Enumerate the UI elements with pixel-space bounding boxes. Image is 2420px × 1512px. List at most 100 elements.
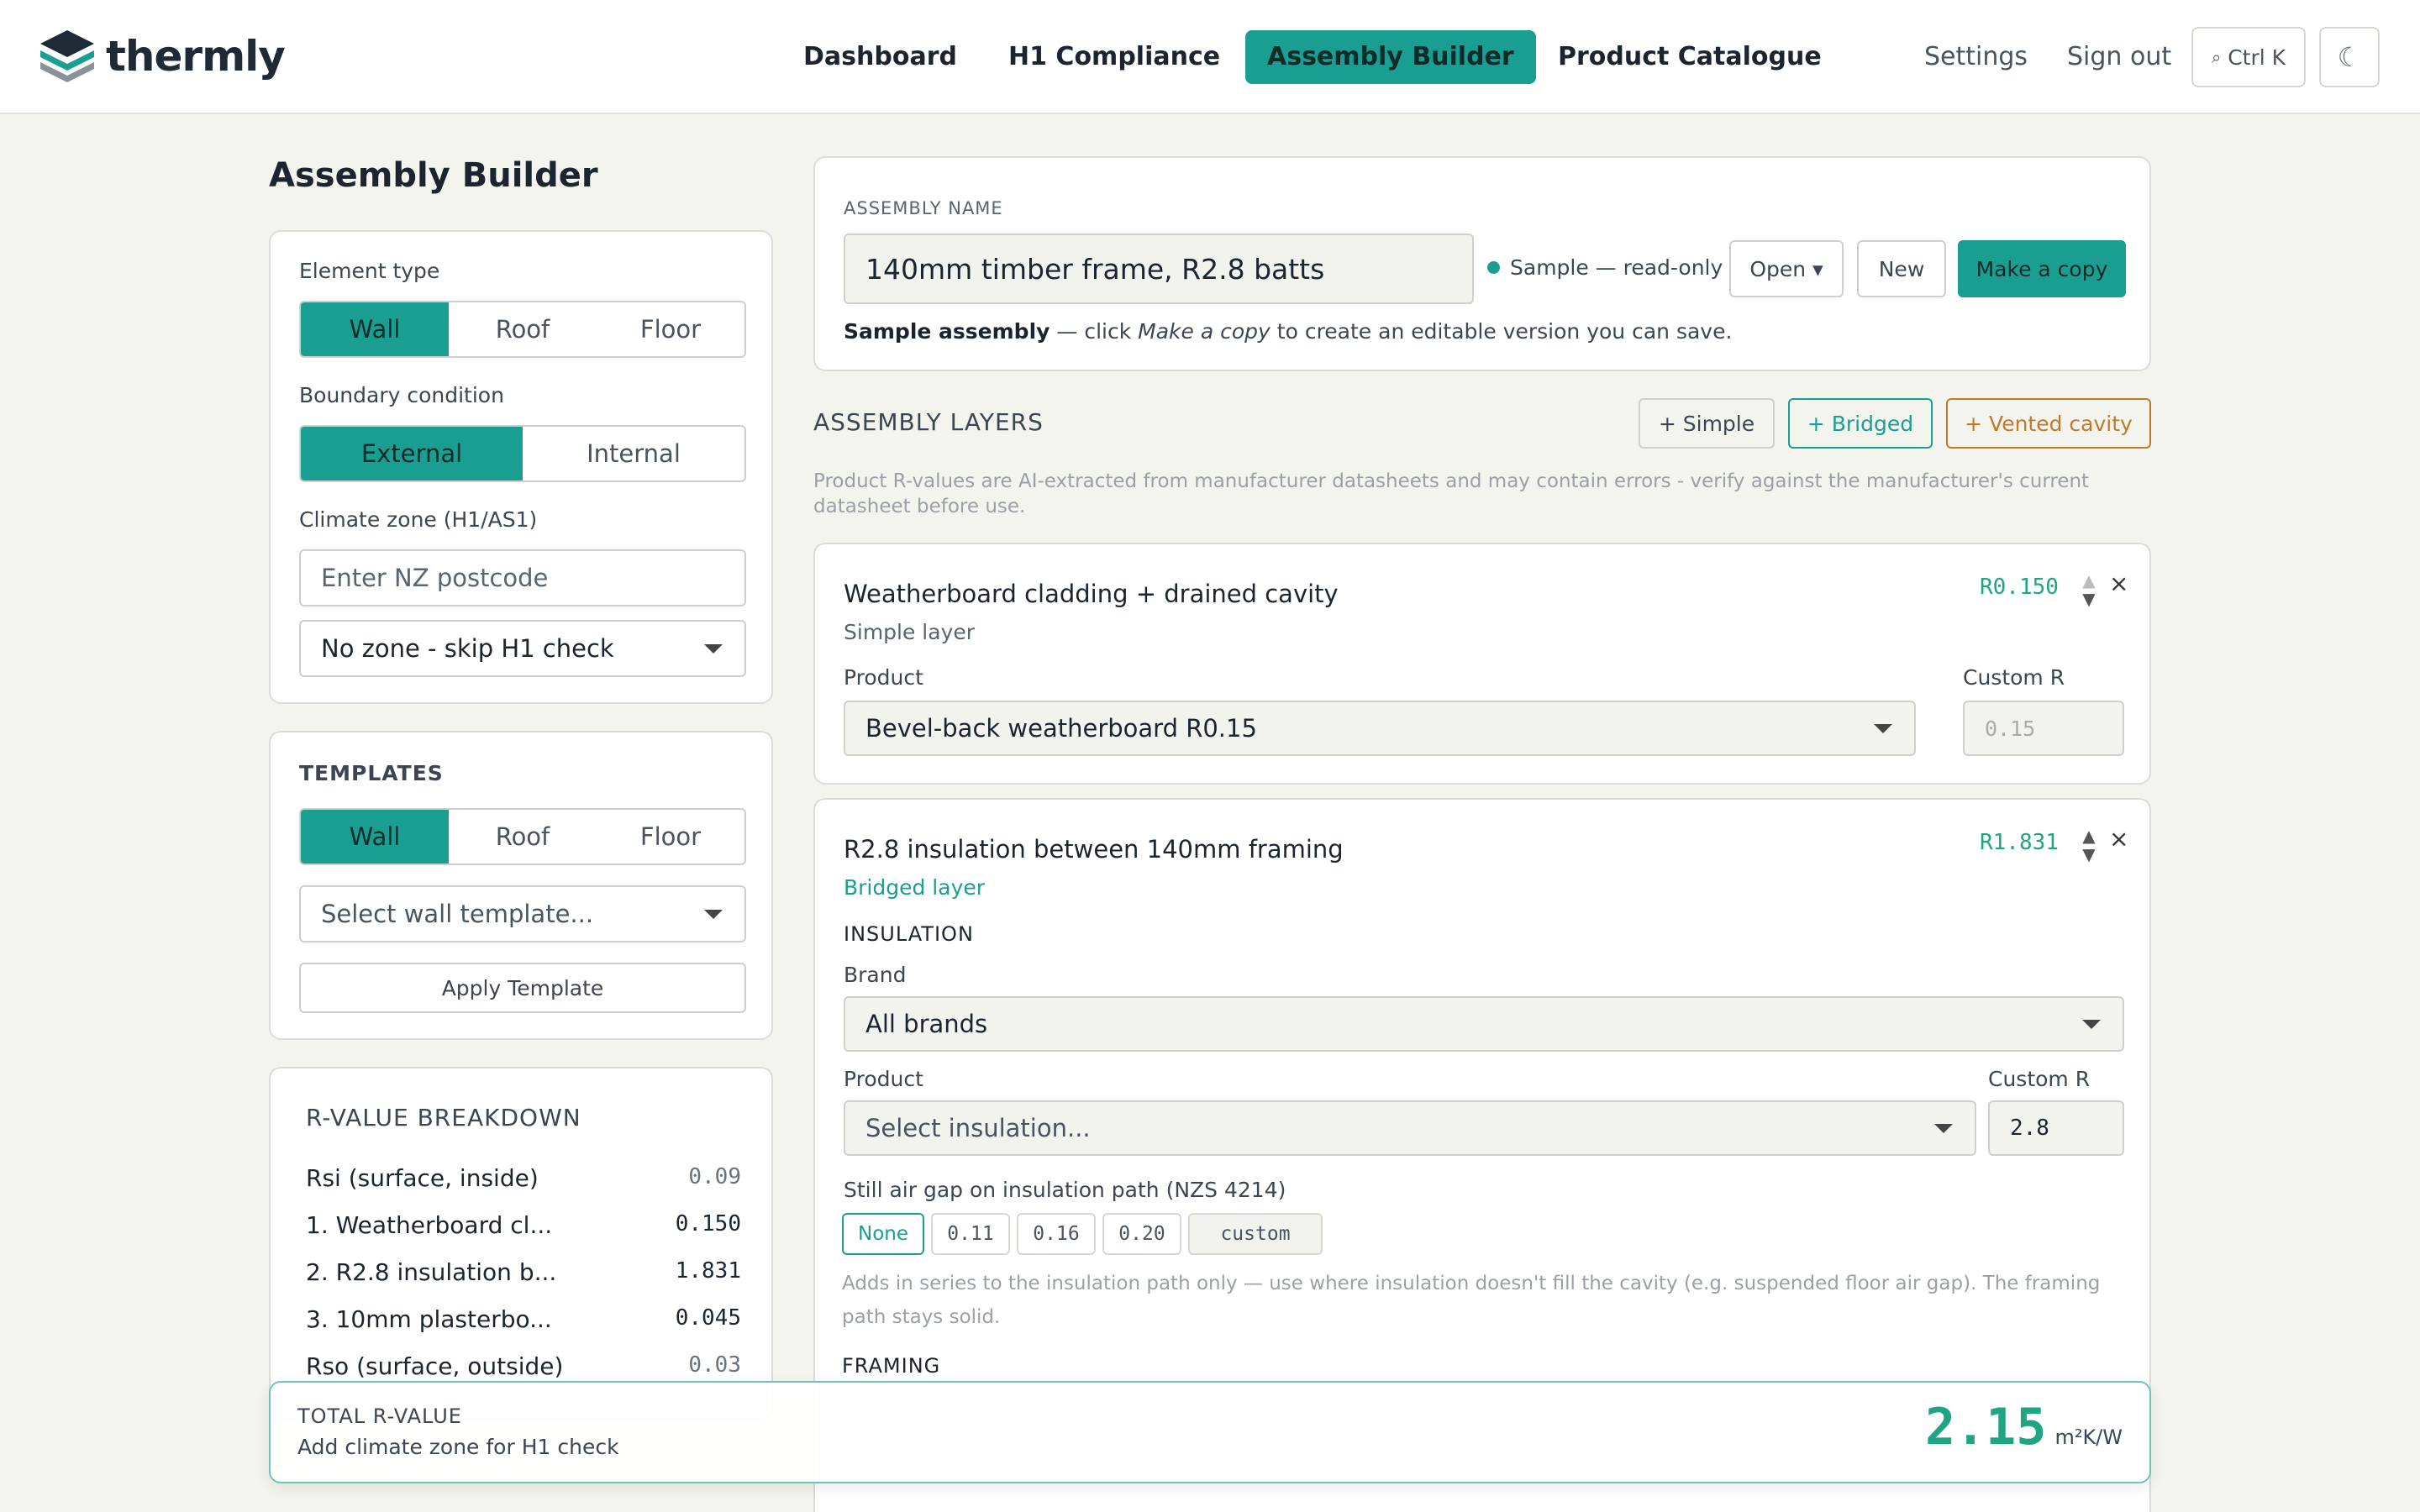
- move-down-icon[interactable]: ▼: [2079, 845, 2099, 864]
- assembly-layers-heading: ASSEMBLY LAYERS: [813, 408, 1044, 436]
- boundary-condition-selector: External Internal: [299, 425, 746, 482]
- theme-toggle-button[interactable]: ☾: [2319, 27, 2380, 87]
- brand-logo[interactable]: thermly: [39, 29, 286, 84]
- add-simple-layer-button[interactable]: + Simple: [1639, 398, 1775, 449]
- postcode-input[interactable]: Enter NZ postcode: [299, 549, 746, 606]
- air-gap-label: Still air gap on insulation path (NZS 42…: [844, 1178, 1286, 1202]
- element-type-floor[interactable]: Floor: [597, 302, 744, 356]
- open-assembly-button[interactable]: Open ▾: [1729, 240, 1844, 297]
- remove-layer-icon[interactable]: ×: [2109, 570, 2128, 597]
- breakdown-row: Rso (surface, outside) 0.03: [306, 1352, 741, 1380]
- layer-product-value: Bevel-back weatherboard R0.15: [865, 714, 1257, 743]
- assembly-name-input[interactable]: 140mm timber frame, R2.8 batts: [844, 234, 1474, 304]
- command-search-button[interactable]: ⌕ Ctrl K: [2191, 27, 2306, 87]
- layer-title: Weatherboard cladding + drained cavity: [844, 580, 1339, 608]
- climate-zone-label: Climate zone (H1/AS1): [299, 507, 538, 532]
- layer-type: Simple layer: [844, 620, 976, 644]
- status-text: Sample — read-only: [1510, 255, 1723, 280]
- sample-note-bold: Sample assembly: [844, 319, 1050, 344]
- air-gap-help-text: Adds in series to the insulation path on…: [842, 1273, 2101, 1328]
- add-bridged-layer-button[interactable]: + Bridged: [1788, 398, 1933, 449]
- new-assembly-button[interactable]: New: [1857, 240, 1946, 297]
- total-caption: TOTAL R-VALUE: [297, 1404, 462, 1428]
- make-copy-button[interactable]: Make a copy: [1958, 240, 2126, 297]
- element-settings-card: Element type Wall Roof Floor Boundary co…: [269, 230, 773, 704]
- breakdown-row-label: Rsi (surface, inside): [306, 1164, 539, 1192]
- template-select[interactable]: Select wall template...: [299, 885, 746, 942]
- reorder-arrows: ▲ ▼: [2079, 571, 2099, 608]
- template-select-placeholder: Select wall template...: [321, 900, 594, 928]
- layer-product-select[interactable]: Bevel-back weatherboard R0.15: [844, 701, 1916, 756]
- breakdown-row-value: 1.831: [675, 1258, 741, 1284]
- templates-heading: TEMPLATES: [299, 761, 444, 785]
- boundary-internal[interactable]: Internal: [523, 427, 744, 480]
- breakdown-row-value: 0.045: [675, 1305, 741, 1331]
- element-type-wall[interactable]: Wall: [301, 302, 449, 356]
- reorder-arrows: ▲ ▼: [2079, 827, 2099, 864]
- nav-tab-dashboard[interactable]: Dashboard: [781, 30, 979, 84]
- moon-icon: ☾: [2337, 41, 2362, 73]
- breakdown-row-value: 0.09: [688, 1164, 741, 1189]
- air-gap-option-0-11[interactable]: 0.11: [931, 1213, 1010, 1255]
- layer-card: Weatherboard cladding + drained cavity S…: [813, 543, 2151, 785]
- product-label: Product: [844, 1067, 923, 1091]
- r-value-breakdown-card: R-VALUE BREAKDOWN Rsi (surface, inside) …: [269, 1067, 773, 1420]
- remove-layer-icon[interactable]: ×: [2109, 825, 2128, 853]
- breakdown-row-label: 2. R2.8 insulation b...: [306, 1258, 557, 1286]
- product-label: Product: [844, 665, 923, 690]
- move-down-icon[interactable]: ▼: [2079, 590, 2099, 608]
- boundary-external[interactable]: External: [301, 427, 523, 480]
- brand-name: thermly: [106, 32, 286, 81]
- nav-tab-product-catalogue[interactable]: Product Catalogue: [1536, 30, 1844, 84]
- air-gap-option-0-16[interactable]: 0.16: [1017, 1213, 1096, 1255]
- total-value: 2.15: [1924, 1398, 2047, 1457]
- air-gap-custom-input[interactable]: custom: [1188, 1213, 1323, 1255]
- ai-disclaimer: Product R-values are AI-extracted from m…: [813, 470, 2090, 517]
- chevron-down-icon: [1874, 724, 1892, 733]
- layer-r-value: R1.831: [1980, 830, 2059, 855]
- layers-logo-icon: [40, 30, 94, 82]
- breakdown-row-value: 0.150: [675, 1211, 741, 1236]
- insulation-brand-select[interactable]: All brands: [844, 996, 2124, 1052]
- sample-note-em: Make a copy: [1138, 319, 1270, 344]
- breakdown-row: Rsi (surface, inside) 0.09: [306, 1164, 741, 1192]
- template-type-selector: Wall Roof Floor: [299, 808, 746, 865]
- nav-tab-assembly-builder[interactable]: Assembly Builder: [1245, 30, 1536, 84]
- template-type-roof[interactable]: Roof: [449, 810, 597, 864]
- move-up-icon[interactable]: ▲: [2079, 571, 2099, 590]
- breakdown-heading: R-VALUE BREAKDOWN: [306, 1104, 581, 1131]
- search-icon: ⌕: [2211, 47, 2222, 67]
- layer-type: Bridged layer: [844, 875, 986, 900]
- custom-r-input[interactable]: 0.15: [1963, 701, 2124, 756]
- layer-r-value: R0.150: [1980, 575, 2059, 600]
- chevron-down-icon: [704, 910, 723, 919]
- assembly-name-card: ASSEMBLY NAME 140mm timber frame, R2.8 b…: [813, 156, 2151, 371]
- framing-caption: FRAMING: [842, 1354, 941, 1378]
- sign-out-link[interactable]: Sign out: [2067, 30, 2171, 84]
- element-type-roof[interactable]: Roof: [449, 302, 597, 356]
- page-title: Assembly Builder: [269, 156, 598, 195]
- nav-tab-h1-compliance[interactable]: H1 Compliance: [986, 30, 1242, 84]
- breakdown-row-value: 0.03: [688, 1352, 741, 1378]
- add-vented-cavity-button[interactable]: + Vented cavity: [1946, 398, 2151, 449]
- settings-link[interactable]: Settings: [1924, 30, 2028, 84]
- air-gap-option-0-20[interactable]: 0.20: [1102, 1213, 1181, 1255]
- move-up-icon[interactable]: ▲: [2079, 827, 2099, 845]
- insulation-caption: INSULATION: [844, 922, 974, 946]
- sample-assembly-note: Sample assembly — click Make a copy to c…: [844, 319, 1732, 344]
- total-note: Add climate zone for H1 check: [297, 1435, 619, 1459]
- apply-template-button[interactable]: Apply Template: [299, 963, 746, 1013]
- insulation-product-placeholder: Select insulation...: [865, 1114, 1091, 1142]
- template-type-floor[interactable]: Floor: [597, 810, 744, 864]
- shortcut-label: Ctrl K: [2228, 45, 2286, 70]
- climate-zone-select[interactable]: No zone - skip H1 check: [299, 620, 746, 677]
- breakdown-row-label: 3. 10mm plasterbo...: [306, 1305, 552, 1333]
- layer-title: R2.8 insulation between 140mm framing: [844, 835, 1344, 864]
- total-r-value-bar: TOTAL R-VALUE Add climate zone for H1 ch…: [269, 1381, 2151, 1483]
- custom-r-input[interactable]: 2.8: [1988, 1100, 2124, 1156]
- template-type-wall[interactable]: Wall: [301, 810, 449, 864]
- status-dot-icon: [1487, 261, 1500, 274]
- insulation-product-select[interactable]: Select insulation...: [844, 1100, 1976, 1156]
- chevron-down-icon: [704, 644, 723, 654]
- air-gap-option-none[interactable]: None: [842, 1213, 924, 1255]
